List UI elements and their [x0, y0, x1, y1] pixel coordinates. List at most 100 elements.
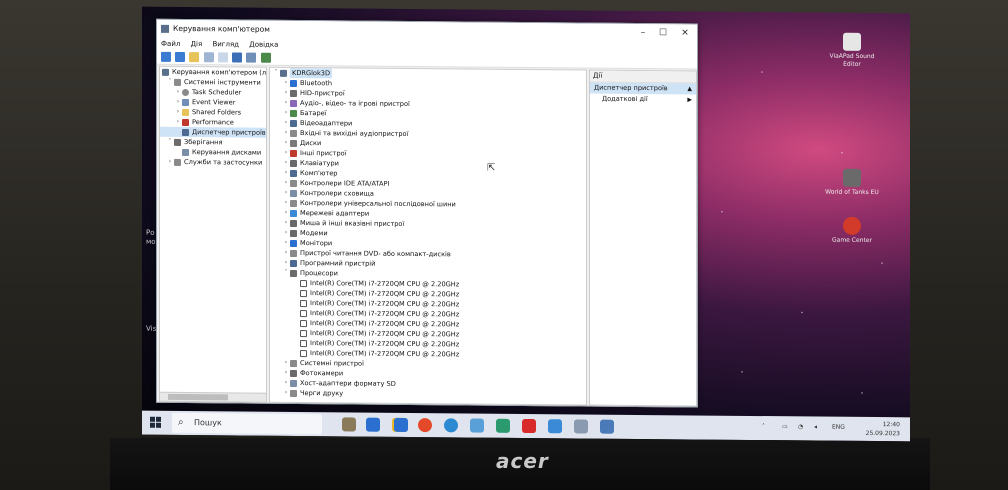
start-button[interactable]	[150, 416, 162, 429]
scan-hardware-icon[interactable]	[246, 52, 257, 63]
show-hide-tree-icon[interactable]	[203, 52, 214, 63]
back-arrow-icon[interactable]	[161, 51, 171, 62]
chevron-right-icon[interactable]: ›	[282, 248, 290, 258]
maximize-button[interactable]: ☐	[653, 26, 673, 40]
taskbar-app-computer-management-icon[interactable]	[600, 419, 614, 434]
chevron-right-icon[interactable]: ›	[282, 108, 290, 118]
device-category-icon	[290, 169, 297, 178]
taskbar-app-city-icon[interactable]	[342, 417, 356, 432]
tree-item-services-applications[interactable]: › Служби та застосунки	[160, 157, 266, 168]
device-category-icon	[290, 109, 297, 118]
chevron-right-icon[interactable]: ›	[282, 78, 290, 88]
menu-view[interactable]: Вигляд	[212, 38, 239, 50]
taskbar-app-calculator-icon[interactable]	[366, 417, 380, 432]
desktop-icon-world-of-tanks[interactable]: World of Tanks EU	[822, 168, 882, 198]
menu-help[interactable]: Довідка	[249, 39, 278, 51]
processor-icon	[300, 300, 307, 308]
chevron-right-icon[interactable]: ›	[282, 118, 290, 128]
taskbar-app-device-manager-icon[interactable]	[574, 419, 588, 434]
tray-volume-icon[interactable]: ◂	[814, 424, 817, 431]
device-category-icon	[290, 209, 297, 218]
chevron-right-icon[interactable]: ›	[174, 117, 182, 127]
taskbar-app-chrome-icon[interactable]	[418, 418, 432, 433]
submenu-arrow-icon[interactable]: ▶	[687, 94, 692, 105]
computer-icon	[280, 69, 287, 77]
chevron-right-icon[interactable]: ›	[282, 128, 290, 138]
chevron-right-icon[interactable]: ›	[282, 228, 290, 238]
monitor-icon[interactable]	[260, 52, 271, 63]
device-category-icon	[290, 139, 297, 148]
desktop-icon-sound-editor[interactable]: ViaAPad Sound Editor	[822, 32, 882, 70]
game-center-icon	[843, 216, 861, 235]
processor-icon	[300, 320, 307, 328]
clock-icon	[182, 88, 189, 97]
device-tree: ˅ KDRGlok3D › Bluetooth › HID-пристрої › Ауді…	[269, 66, 587, 406]
chevron-down-icon[interactable]: ˅	[272, 68, 280, 78]
chevron-right-icon[interactable]: ›	[282, 138, 290, 148]
taskbar-clock[interactable]: 12:40 25.09.2023	[866, 420, 900, 438]
chevron-right-icon[interactable]: ›	[174, 97, 182, 107]
tray-chevron-icon[interactable]: ˄	[762, 423, 765, 430]
horizontal-scrollbar[interactable]	[159, 391, 267, 403]
chevron-right-icon[interactable]: ›	[282, 378, 290, 388]
chevron-right-icon[interactable]: ›	[282, 148, 290, 158]
taskbar-app-sheets-icon[interactable]	[496, 418, 510, 433]
device-category-icon	[290, 99, 297, 108]
tray-language[interactable]: ENG	[832, 424, 845, 431]
device-category-icon	[290, 179, 297, 188]
tray-network-icon[interactable]: ◔	[798, 423, 803, 430]
taskbar-app-update-icon[interactable]	[548, 419, 562, 434]
tray-battery-icon[interactable]: ▭	[782, 423, 788, 430]
actions-item-more-actions[interactable]: Додаткові дії ▶	[590, 94, 696, 106]
chevron-right-icon[interactable]: ›	[282, 158, 290, 168]
chevron-right-icon[interactable]: ›	[282, 98, 290, 108]
taskbar-app-edge-icon[interactable]	[444, 418, 458, 433]
chevron-right-icon[interactable]: ›	[282, 218, 290, 228]
taskbar-app-youtube-icon[interactable]	[522, 418, 536, 434]
chevron-right-icon[interactable]: ›	[282, 168, 290, 178]
menu-action[interactable]: Дія	[191, 38, 203, 50]
console-tree: Керування комп'ютером (лок ˅ Системні ін…	[159, 65, 267, 395]
up-folder-icon[interactable]	[189, 52, 200, 63]
device-category-icon	[290, 229, 297, 238]
device-manager-icon	[182, 128, 189, 137]
forward-arrow-icon[interactable]	[175, 51, 186, 63]
chevron-right-icon[interactable]: ›	[282, 238, 290, 248]
chevron-right-icon[interactable]: ›	[174, 107, 182, 117]
storage-icon	[174, 138, 181, 146]
processor-icon	[290, 269, 297, 278]
help-icon[interactable]	[232, 52, 243, 63]
computer-management-window: Керування комп'ютером – ☐ ✕ Файл Дія Виг…	[156, 18, 698, 408]
taskbar-app-store-icon[interactable]	[394, 417, 408, 432]
clock-date: 25.09.2023	[865, 429, 900, 438]
scrollbar-thumb[interactable]	[168, 393, 228, 401]
chevron-right-icon[interactable]: ›	[282, 388, 290, 398]
chevron-right-icon[interactable]: ›	[282, 88, 290, 98]
chevron-right-icon[interactable]: ›	[282, 178, 290, 188]
chevron-right-icon[interactable]: ›	[282, 188, 290, 198]
taskbar-search[interactable]: ⌕ Пошук	[172, 412, 322, 435]
chevron-right-icon[interactable]: ›	[166, 157, 174, 167]
desktop-icon-game-center[interactable]: Game Center	[822, 216, 882, 246]
chevron-down-icon[interactable]: ˅	[166, 137, 174, 147]
properties-icon[interactable]	[217, 52, 228, 63]
chevron-right-icon[interactable]: ›	[174, 87, 182, 97]
device-category[interactable]: › Черги друку	[270, 388, 586, 401]
search-icon: ⌕	[178, 416, 184, 429]
actions-item-device-manager[interactable]: Диспетчер пристроїв ▲	[590, 82, 696, 95]
chevron-right-icon[interactable]: ›	[282, 198, 290, 208]
clock-time: 12:40	[882, 421, 900, 429]
processor-icon	[300, 310, 307, 318]
chevron-right-icon[interactable]: ›	[282, 258, 290, 268]
chevron-down-icon[interactable]: ˅	[282, 268, 290, 278]
taskbar-app-photos-icon[interactable]	[470, 418, 484, 433]
chevron-right-icon[interactable]: ›	[282, 368, 290, 378]
chevron-right-icon[interactable]: ›	[282, 208, 290, 218]
menu-file[interactable]: Файл	[161, 38, 180, 50]
minimize-button[interactable]: –	[633, 26, 653, 40]
collapse-arrow-icon[interactable]: ▲	[687, 83, 692, 94]
close-button[interactable]: ✕	[675, 26, 695, 40]
search-placeholder: Пошук	[194, 418, 222, 428]
chevron-down-icon[interactable]: ˅	[166, 77, 174, 87]
chevron-right-icon[interactable]: ›	[282, 358, 290, 368]
